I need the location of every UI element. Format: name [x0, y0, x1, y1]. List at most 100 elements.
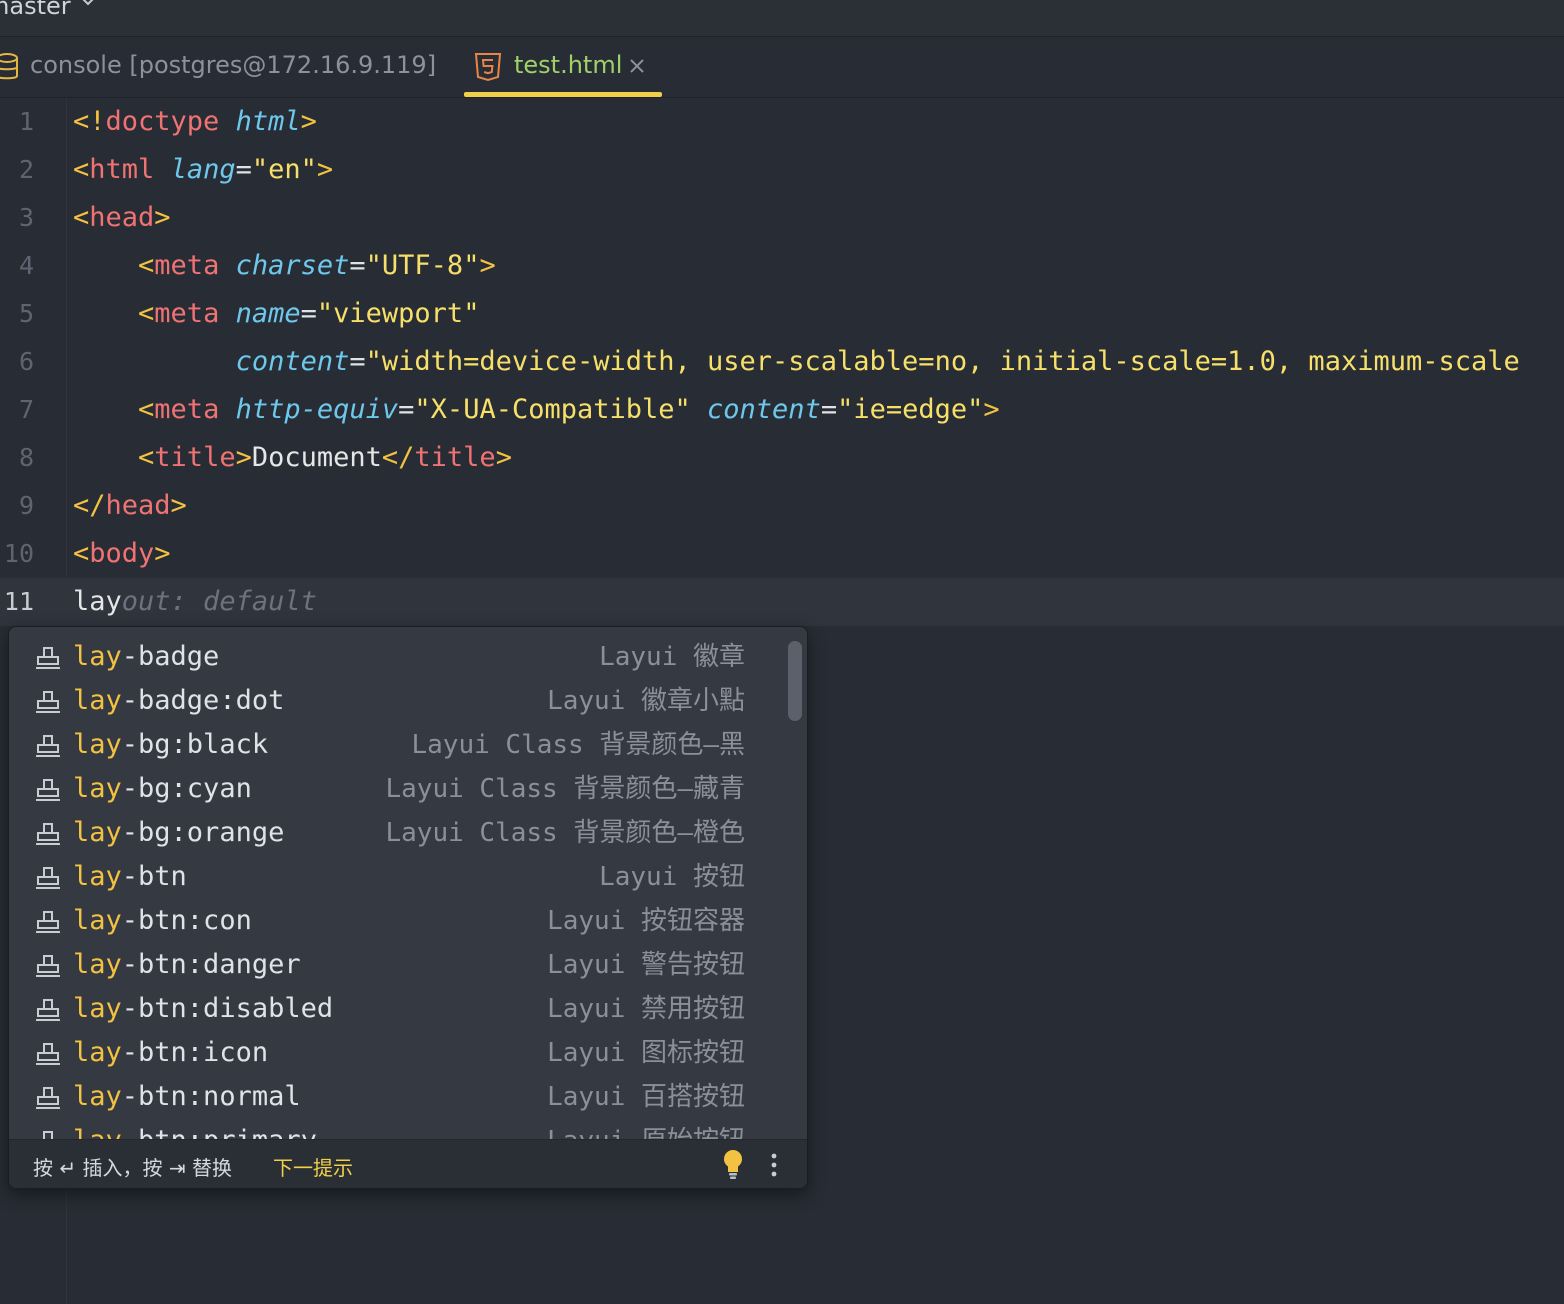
code-line[interactable]: 11 layout: default — [0, 578, 1564, 626]
code-token: head — [105, 490, 171, 521]
more-options-icon[interactable] — [769, 1150, 779, 1180]
code-line[interactable]: 2 <html lang="en"> — [0, 146, 1564, 194]
tab-console[interactable]: console [postgres@172.16.9.119] — [0, 37, 436, 97]
code-token: < — [73, 154, 90, 185]
code-token: lang — [170, 154, 236, 185]
code-line[interactable]: 7 <meta http-equiv="X-UA-Compatible" con… — [0, 386, 1564, 434]
code-token: = — [300, 298, 317, 329]
completion-item[interactable]: lay-badge:dot Layui 徽章小點 — [9, 679, 781, 723]
live-template-icon — [36, 647, 60, 669]
completion-item-description: Layui Class 背景颜色—藏青 — [385, 774, 746, 804]
code-token: meta — [154, 394, 220, 425]
editor-tab-bar: console [postgres@172.16.9.119] test.htm… — [0, 37, 1564, 98]
code-token: > — [235, 442, 252, 473]
completion-item-label: lay-btn — [73, 861, 187, 893]
code-token: > — [154, 202, 171, 233]
completion-item-label: lay-btn:con — [73, 905, 252, 937]
completion-item[interactable]: lay-btn Layui 按钮 — [9, 855, 781, 899]
completion-item[interactable]: lay-btn:con Layui 按钮容器 — [9, 899, 781, 943]
branch-bar: master — [0, 0, 1564, 37]
completion-item[interactable]: lay-bg:orange Layui Class 背景颜色—橙色 — [9, 811, 781, 855]
completion-item-rest: -bg:black — [121, 729, 269, 760]
code-token: = — [349, 250, 366, 281]
code-token: < — [73, 202, 90, 233]
completion-match-highlight: lay — [73, 641, 122, 672]
code-token: Document — [251, 442, 382, 473]
live-template-icon — [36, 999, 60, 1021]
code-line[interactable]: 3 <head> — [0, 194, 1564, 242]
code-token: head — [89, 202, 155, 233]
completion-item-label: lay-bg:orange — [73, 817, 284, 849]
code-text: content="width=device-width, user-scalab… — [73, 346, 1520, 378]
code-line[interactable]: 8 <title>Document</title> — [0, 434, 1564, 482]
completion-popup: lay-badge Layui 徽章 lay-badge:dot Layui 徽章小點… — [8, 626, 808, 1189]
branch-selector[interactable]: master — [0, 0, 71, 20]
completion-item-label: lay-btn:primary — [73, 1125, 317, 1139]
completion-item[interactable]: lay-bg:cyan Layui Class 背景颜色—藏青 — [9, 767, 781, 811]
completion-item[interactable]: lay-badge Layui 徽章 — [9, 635, 781, 679]
completion-scrollbar[interactable] — [788, 641, 802, 721]
completion-item[interactable]: lay-btn:primary Layui 原始按钮 — [9, 1119, 781, 1139]
code-token: meta — [154, 250, 220, 281]
completion-match-highlight: lay — [73, 685, 122, 716]
line-number: 5 — [18, 299, 34, 328]
code-line[interactable]: 5 <meta name="viewport" — [0, 290, 1564, 338]
tab-test-html[interactable]: test.html — [464, 37, 662, 97]
completion-item[interactable]: lay-btn:danger Layui 警告按钮 — [9, 943, 781, 987]
code-token: > — [983, 394, 1000, 425]
live-template-icon — [36, 1043, 60, 1065]
code-line[interactable]: 1 <!doctype html> — [0, 98, 1564, 146]
completion-item-rest: -btn:primary — [122, 1125, 317, 1139]
completion-item-description: Layui 禁用按钮 — [547, 994, 745, 1024]
completion-item-description: Layui 按钮容器 — [547, 906, 745, 936]
completion-item-description: Layui 百搭按钮 — [547, 1082, 745, 1112]
live-template-icon — [36, 955, 60, 977]
chevron-down-icon[interactable] — [78, 0, 98, 12]
code-token: "viewport" — [316, 298, 480, 329]
line-number: 9 — [18, 491, 34, 520]
line-number: 6 — [18, 347, 34, 376]
completion-list: lay-badge Layui 徽章 lay-badge:dot Layui 徽章小點… — [9, 627, 781, 1139]
completion-footer: 按 ↵ 插入，按 ⇥ 替换 下一提示 — [9, 1139, 807, 1188]
code-token: = — [820, 394, 838, 425]
code-line[interactable]: 4 <meta charset="UTF-8"> — [0, 242, 1564, 290]
completion-match-highlight: lay — [73, 861, 122, 892]
code-token: "width=device-width, user-scalable=no, i… — [365, 346, 1520, 377]
close-icon[interactable] — [628, 57, 646, 75]
code-line[interactable]: 6 content="width=device-width, user-scal… — [0, 338, 1564, 386]
completion-item[interactable]: lay-bg:black Layui Class 背景颜色—黑 — [9, 723, 781, 767]
completion-item[interactable]: lay-btn:normal Layui 百搭按钮 — [9, 1075, 781, 1119]
completion-match-highlight: lay — [73, 905, 122, 936]
code-text: </head> — [73, 490, 187, 522]
code-token: meta — [154, 298, 220, 329]
code-token: content — [235, 346, 350, 377]
completion-item-rest: -bg:cyan — [121, 773, 252, 804]
completion-item[interactable]: lay-btn:icon Layui 图标按钮 — [9, 1031, 781, 1075]
completion-item-description: Layui Class 背景颜色—黑 — [411, 730, 746, 760]
completion-match-highlight: lay — [73, 729, 122, 760]
code-token: title — [414, 442, 496, 473]
completion-item-rest: -badge — [121, 641, 220, 672]
code-line[interactable]: 10 <body> — [0, 530, 1564, 578]
live-template-icon — [36, 691, 60, 713]
completion-match-highlight: lay — [73, 817, 122, 848]
completion-item[interactable]: lay-btn:disabled Layui 禁用按钮 — [9, 987, 781, 1031]
completion-item-rest: -btn:con — [121, 905, 252, 936]
completion-match-highlight: lay — [73, 1125, 122, 1139]
lightbulb-icon[interactable] — [721, 1148, 745, 1180]
code-text: <meta name="viewport" — [73, 298, 479, 330]
completion-item-description: Layui 原始按钮 — [547, 1125, 745, 1139]
code-line[interactable]: 9 </head> — [0, 482, 1564, 530]
code-token: http-equiv — [235, 394, 399, 425]
completion-item-label: lay-btn:disabled — [73, 993, 333, 1025]
html5-icon — [474, 53, 502, 82]
code-token: title — [154, 442, 236, 473]
code-token: < — [138, 394, 155, 425]
code-token: < — [138, 442, 155, 473]
live-template-icon — [36, 779, 60, 801]
next-tip-link[interactable]: 下一提示 — [273, 1152, 353, 1181]
live-template-icon — [36, 1087, 60, 1109]
